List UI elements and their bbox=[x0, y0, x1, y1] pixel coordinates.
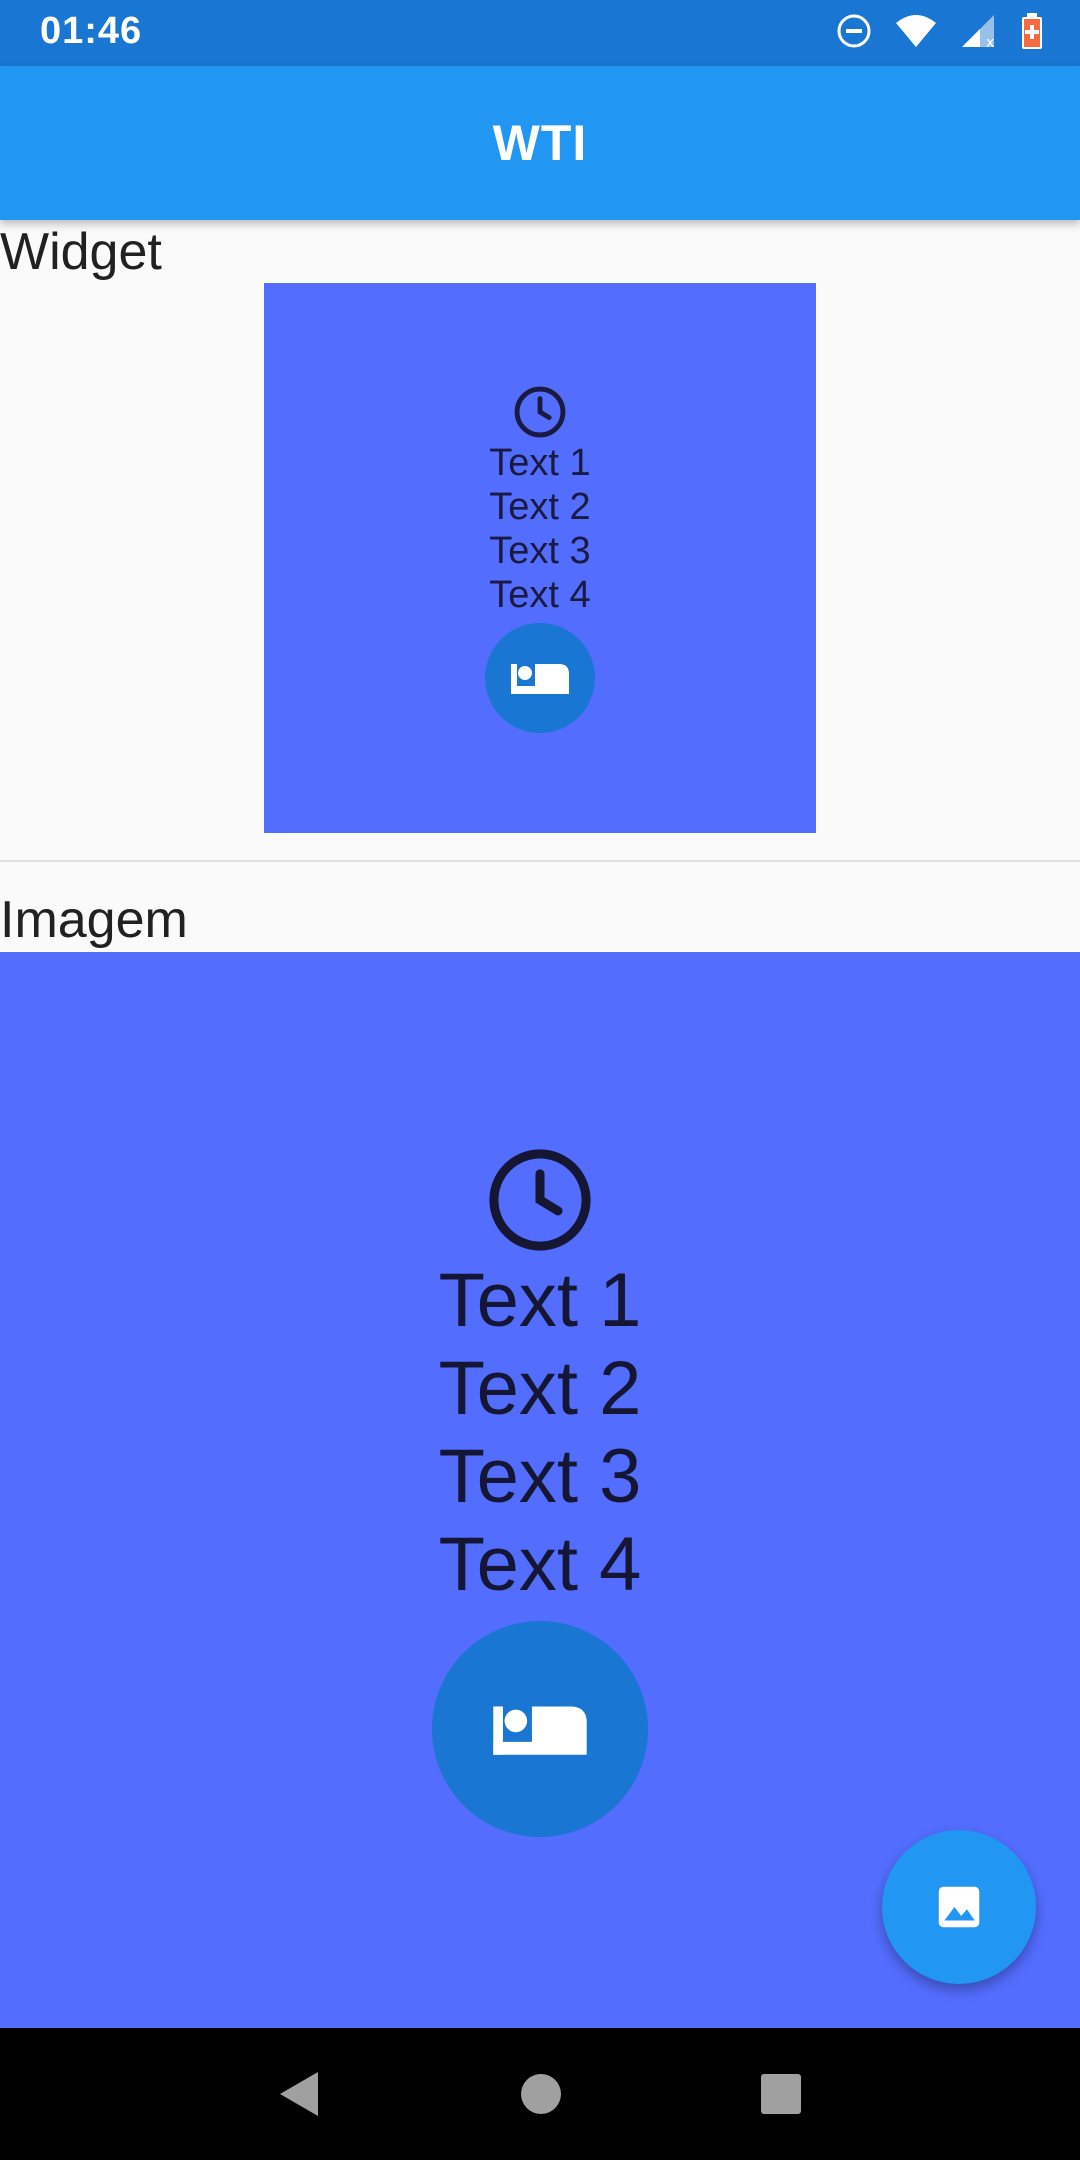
widget-text-4: Text 4 bbox=[489, 574, 591, 616]
status-icons: x bbox=[836, 12, 1044, 50]
app-bar: WTI bbox=[0, 66, 1080, 220]
image-fab-button[interactable] bbox=[882, 1830, 1036, 1984]
widget-card: Text 1 Text 2 Text 3 Text 4 bbox=[264, 283, 816, 833]
svg-text:x: x bbox=[986, 35, 994, 49]
system-nav-bar bbox=[0, 2028, 1080, 2160]
status-bar: 01:46 x bbox=[0, 0, 1080, 66]
image-text-1: Text 1 bbox=[438, 1258, 642, 1343]
widget-text-2: Text 2 bbox=[489, 486, 591, 528]
image-text-4: Text 4 bbox=[438, 1522, 642, 1607]
hotel-bed-icon bbox=[511, 664, 569, 694]
image-section-label: Imagem bbox=[0, 891, 188, 949]
home-icon[interactable] bbox=[519, 2072, 563, 2116]
hotel-bed-icon bbox=[493, 1706, 587, 1755]
widget-text-3: Text 3 bbox=[489, 530, 591, 572]
recents-icon[interactable] bbox=[760, 2073, 802, 2115]
section-divider bbox=[0, 860, 1080, 862]
image-text-2: Text 2 bbox=[438, 1346, 642, 1431]
image-bed-circle bbox=[432, 1621, 648, 1837]
image-text-3: Text 3 bbox=[438, 1434, 642, 1519]
status-time: 01:46 bbox=[40, 10, 143, 52]
battery-charging-icon bbox=[1022, 13, 1042, 49]
back-icon[interactable] bbox=[278, 2070, 322, 2118]
image-icon bbox=[938, 1886, 980, 1928]
widget-bed-circle bbox=[485, 623, 595, 733]
cell-signal-icon: x bbox=[962, 15, 994, 49]
widget-text-1: Text 1 bbox=[489, 442, 591, 484]
clock-icon bbox=[514, 386, 566, 438]
do-not-disturb-icon bbox=[837, 14, 871, 48]
app-title: WTI bbox=[492, 115, 588, 171]
wifi-icon bbox=[896, 15, 936, 47]
widget-section-label: Widget bbox=[0, 223, 162, 281]
clock-icon bbox=[489, 1149, 591, 1251]
